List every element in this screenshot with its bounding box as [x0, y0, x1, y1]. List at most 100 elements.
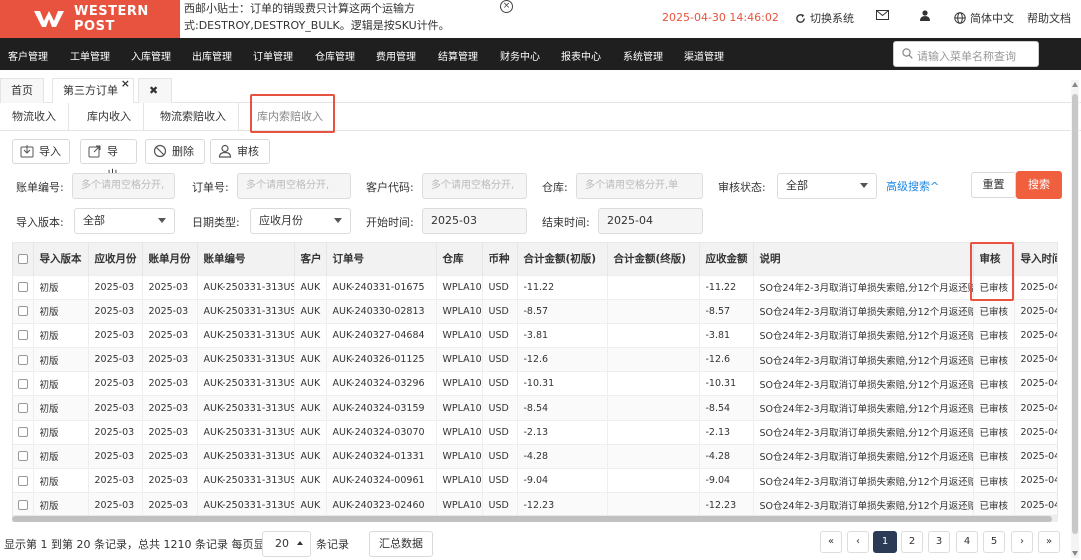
cell-bill-no: AUK-250331-313US: [197, 443, 295, 469]
customer-code-input[interactable]: 多个请用空格分开,: [422, 173, 527, 199]
audit-status-select[interactable]: 全部: [777, 173, 877, 199]
page-prev-button[interactable]: ‹: [847, 531, 869, 553]
page-1-button[interactable]: 1: [873, 531, 897, 553]
col-bill-no[interactable]: 账单编号: [197, 243, 295, 275]
row-checkbox[interactable]: [13, 467, 34, 493]
table-row[interactable]: 初版 2025-03 2025-03 AUK-250331-313US AUK …: [13, 322, 1057, 348]
import-version-select[interactable]: 全部: [74, 208, 175, 234]
col-currency[interactable]: 币种: [482, 243, 518, 275]
horizontal-scrollbar[interactable]: [12, 516, 1058, 522]
page-4-button[interactable]: 4: [956, 531, 978, 553]
row-checkbox[interactable]: [13, 419, 34, 445]
logo[interactable]: WESTERN POST: [0, 0, 180, 38]
tip-close-icon[interactable]: ×: [500, 0, 513, 13]
vertical-scrollbar[interactable]: [1071, 80, 1079, 558]
menu-item-system[interactable]: 系统管理: [623, 48, 663, 63]
help-link[interactable]: 帮助文档: [1027, 10, 1071, 26]
cell-warehouse: WPLA10: [436, 467, 483, 493]
menu-item-settlement[interactable]: 结算管理: [438, 48, 478, 63]
col-receivable-amount[interactable]: 应收金额: [699, 243, 754, 275]
col-total-initial[interactable]: 合计金额(初版): [517, 243, 608, 275]
row-checkbox[interactable]: [13, 371, 34, 396]
col-order-no[interactable]: 订单号: [326, 243, 437, 275]
end-time-input[interactable]: 2025-04: [598, 208, 703, 234]
audit-status-label: 审核状态:: [718, 181, 766, 194]
page-2-button[interactable]: 2: [901, 531, 923, 553]
menu-item-order[interactable]: 订单管理: [253, 48, 293, 63]
select-all-checkbox[interactable]: [13, 243, 34, 275]
row-checkbox[interactable]: [13, 395, 34, 421]
cell-total-final: [607, 492, 700, 515]
col-customer[interactable]: 客户: [294, 243, 327, 275]
advanced-search-link[interactable]: 高级搜索^: [886, 178, 939, 194]
menu-item-report[interactable]: 报表中心: [561, 48, 601, 63]
menu-item-channel[interactable]: 渠道管理: [684, 48, 724, 63]
user-button[interactable]: [920, 10, 930, 21]
col-bill-month[interactable]: 账单月份: [142, 243, 198, 275]
col-warehouse[interactable]: 仓库: [436, 243, 483, 275]
page-3-button[interactable]: 3: [928, 531, 950, 553]
menu-item-finance[interactable]: 财务中心: [500, 48, 540, 63]
warehouse-label: 仓库:: [542, 181, 568, 194]
table-row[interactable]: 初版 2025-03 2025-03 AUK-250331-313US AUK …: [13, 347, 1057, 372]
row-checkbox[interactable]: [13, 492, 34, 515]
page-first-button[interactable]: «: [820, 531, 842, 553]
audit-button[interactable]: 审核: [210, 139, 270, 164]
menu-item-warehouse[interactable]: 仓库管理: [315, 48, 355, 63]
page-5-button[interactable]: 5: [983, 531, 1005, 553]
row-checkbox[interactable]: [13, 274, 34, 300]
export-button[interactable]: 导出: [80, 139, 137, 181]
page-next-button[interactable]: ›: [1011, 531, 1033, 553]
start-time-input[interactable]: 2025-03: [422, 208, 527, 234]
table-row[interactable]: 初版 2025-03 2025-03 AUK-250331-313US AUK …: [13, 395, 1057, 421]
scroll-down-icon[interactable]: [1072, 551, 1078, 556]
menu-item-fee[interactable]: 费用管理: [376, 48, 416, 63]
menu-item-inbound[interactable]: 入库管理: [131, 48, 171, 63]
table-row[interactable]: 初版 2025-03 2025-03 AUK-250331-313US AUK …: [13, 371, 1057, 396]
tab-third-party-order[interactable]: 第三方订单 ×: [52, 77, 134, 103]
table-row[interactable]: 初版 2025-03 2025-03 AUK-250331-313US AUK …: [13, 419, 1057, 445]
menu-item-workorder[interactable]: 工单管理: [70, 48, 110, 63]
delete-button[interactable]: 删除: [145, 139, 205, 164]
import-button[interactable]: 导入: [12, 139, 70, 164]
close-all-tabs-icon[interactable]: ✖: [138, 78, 172, 103]
page-last-button[interactable]: »: [1038, 531, 1060, 553]
row-checkbox[interactable]: [13, 347, 34, 372]
row-checkbox[interactable]: [13, 298, 34, 324]
table-row[interactable]: 初版 2025-03 2025-03 AUK-250331-313US AUK …: [13, 298, 1057, 324]
menu-search-input[interactable]: 请输入菜单名称查询: [893, 41, 1039, 67]
date-type-select[interactable]: 应收月份: [250, 208, 351, 234]
col-receivable-month[interactable]: 应收月份: [88, 243, 143, 275]
menu-item-outbound[interactable]: 出库管理: [192, 48, 232, 63]
table-row[interactable]: 初版 2025-03 2025-03 AUK-250331-313US AUK …: [13, 492, 1057, 515]
warehouse-input[interactable]: 多个请用空格分开,单: [576, 173, 703, 199]
scrollbar-thumb[interactable]: [1072, 94, 1078, 534]
col-total-final[interactable]: 合计金额(终版): [607, 243, 700, 275]
summary-button[interactable]: 汇总数据: [369, 531, 433, 557]
bill-no-input[interactable]: 多个请用空格分开,: [72, 173, 175, 199]
col-import-time[interactable]: 导入时间: [1014, 243, 1057, 275]
col-description[interactable]: 说明: [753, 243, 974, 275]
tab-logistics-income[interactable]: 物流收入: [0, 103, 69, 131]
switch-system-button[interactable]: 切换系统: [795, 10, 854, 26]
table-row[interactable]: 初版 2025-03 2025-03 AUK-250331-313US AUK …: [13, 443, 1057, 469]
page-size-select[interactable]: 20: [262, 531, 311, 557]
table-row[interactable]: 初版 2025-03 2025-03 AUK-250331-313US AUK …: [13, 274, 1057, 300]
row-checkbox[interactable]: [13, 322, 34, 348]
scrollbar-thumb[interactable]: [12, 516, 1052, 522]
search-button[interactable]: 搜索: [1016, 171, 1062, 199]
tab-warehouse-income[interactable]: 库内收入: [75, 103, 144, 131]
tab-close-icon[interactable]: ×: [121, 72, 130, 95]
reset-button[interactable]: 重置: [971, 172, 1016, 198]
tab-home[interactable]: 首页: [0, 78, 44, 103]
scroll-up-icon[interactable]: [1072, 82, 1078, 87]
order-no-input[interactable]: 多个请用空格分开,: [237, 173, 351, 199]
language-button[interactable]: 简体中文: [954, 10, 1014, 26]
tab-logistics-claim-income[interactable]: 物流索赔收入: [148, 103, 239, 131]
table-row[interactable]: 初版 2025-03 2025-03 AUK-250331-313US AUK …: [13, 467, 1057, 493]
cell-receivable-month: 2025-03: [88, 443, 143, 469]
col-import-version[interactable]: 导入版本: [33, 243, 89, 275]
menu-item-customer[interactable]: 客户管理: [8, 48, 48, 63]
mail-button[interactable]: [876, 10, 889, 20]
row-checkbox[interactable]: [13, 443, 34, 469]
